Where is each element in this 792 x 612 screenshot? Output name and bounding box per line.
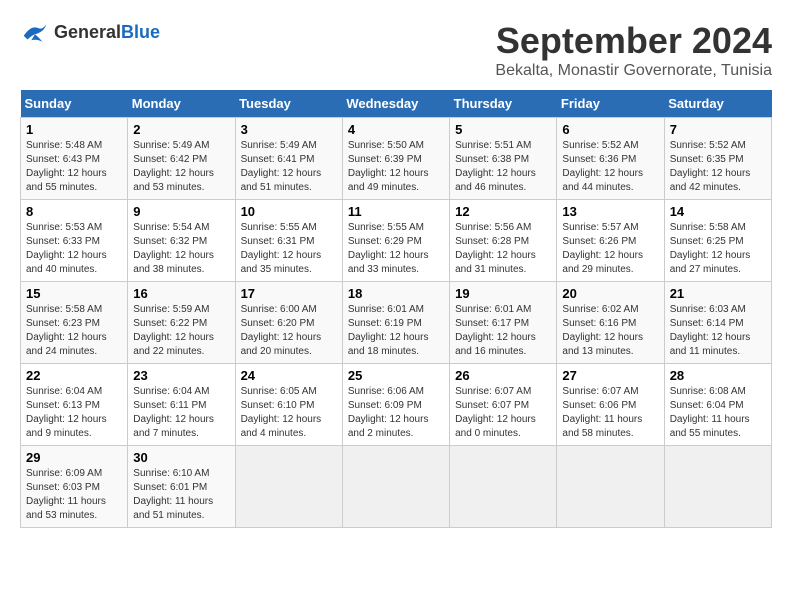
calendar-table: Sunday Monday Tuesday Wednesday Thursday… bbox=[20, 90, 772, 528]
logo-blue: Blue bbox=[121, 22, 160, 42]
logo-general: General bbox=[54, 22, 121, 42]
table-row: 9Sunrise: 5:54 AMSunset: 6:32 PMDaylight… bbox=[128, 200, 235, 282]
table-row: 3Sunrise: 5:49 AMSunset: 6:41 PMDaylight… bbox=[235, 118, 342, 200]
table-row: 30Sunrise: 6:10 AMSunset: 6:01 PMDayligh… bbox=[128, 446, 235, 528]
table-row bbox=[557, 446, 664, 528]
logo-text: GeneralBlue bbox=[54, 22, 160, 43]
calendar-week-2: 15Sunrise: 5:58 AMSunset: 6:23 PMDayligh… bbox=[21, 282, 772, 364]
col-wednesday: Wednesday bbox=[342, 90, 449, 118]
table-row bbox=[342, 446, 449, 528]
calendar-title: September 2024 bbox=[495, 20, 772, 62]
table-row: 4Sunrise: 5:50 AMSunset: 6:39 PMDaylight… bbox=[342, 118, 449, 200]
table-row: 20Sunrise: 6:02 AMSunset: 6:16 PMDayligh… bbox=[557, 282, 664, 364]
calendar-week-1: 8Sunrise: 5:53 AMSunset: 6:33 PMDaylight… bbox=[21, 200, 772, 282]
calendar-week-0: 1Sunrise: 5:48 AMSunset: 6:43 PMDaylight… bbox=[21, 118, 772, 200]
page-header: GeneralBlue September 2024 Bekalta, Mona… bbox=[20, 20, 772, 80]
table-row: 10Sunrise: 5:55 AMSunset: 6:31 PMDayligh… bbox=[235, 200, 342, 282]
col-saturday: Saturday bbox=[664, 90, 771, 118]
col-sunday: Sunday bbox=[21, 90, 128, 118]
table-row: 29Sunrise: 6:09 AMSunset: 6:03 PMDayligh… bbox=[21, 446, 128, 528]
col-tuesday: Tuesday bbox=[235, 90, 342, 118]
table-row: 14Sunrise: 5:58 AMSunset: 6:25 PMDayligh… bbox=[664, 200, 771, 282]
table-row bbox=[664, 446, 771, 528]
table-row: 27Sunrise: 6:07 AMSunset: 6:06 PMDayligh… bbox=[557, 364, 664, 446]
table-row: 13Sunrise: 5:57 AMSunset: 6:26 PMDayligh… bbox=[557, 200, 664, 282]
table-row: 6Sunrise: 5:52 AMSunset: 6:36 PMDaylight… bbox=[557, 118, 664, 200]
table-row: 23Sunrise: 6:04 AMSunset: 6:11 PMDayligh… bbox=[128, 364, 235, 446]
table-row bbox=[235, 446, 342, 528]
table-row: 19Sunrise: 6:01 AMSunset: 6:17 PMDayligh… bbox=[450, 282, 557, 364]
table-row: 12Sunrise: 5:56 AMSunset: 6:28 PMDayligh… bbox=[450, 200, 557, 282]
table-row: 25Sunrise: 6:06 AMSunset: 6:09 PMDayligh… bbox=[342, 364, 449, 446]
title-section: September 2024 Bekalta, Monastir Governo… bbox=[495, 20, 772, 80]
logo-icon bbox=[20, 20, 50, 44]
table-row: 26Sunrise: 6:07 AMSunset: 6:07 PMDayligh… bbox=[450, 364, 557, 446]
table-row: 2Sunrise: 5:49 AMSunset: 6:42 PMDaylight… bbox=[128, 118, 235, 200]
col-monday: Monday bbox=[128, 90, 235, 118]
table-row: 22Sunrise: 6:04 AMSunset: 6:13 PMDayligh… bbox=[21, 364, 128, 446]
table-row: 8Sunrise: 5:53 AMSunset: 6:33 PMDaylight… bbox=[21, 200, 128, 282]
calendar-week-4: 29Sunrise: 6:09 AMSunset: 6:03 PMDayligh… bbox=[21, 446, 772, 528]
col-thursday: Thursday bbox=[450, 90, 557, 118]
col-friday: Friday bbox=[557, 90, 664, 118]
table-row: 17Sunrise: 6:00 AMSunset: 6:20 PMDayligh… bbox=[235, 282, 342, 364]
table-row: 16Sunrise: 5:59 AMSunset: 6:22 PMDayligh… bbox=[128, 282, 235, 364]
table-row: 15Sunrise: 5:58 AMSunset: 6:23 PMDayligh… bbox=[21, 282, 128, 364]
table-row: 28Sunrise: 6:08 AMSunset: 6:04 PMDayligh… bbox=[664, 364, 771, 446]
table-row: 11Sunrise: 5:55 AMSunset: 6:29 PMDayligh… bbox=[342, 200, 449, 282]
table-row: 21Sunrise: 6:03 AMSunset: 6:14 PMDayligh… bbox=[664, 282, 771, 364]
logo: GeneralBlue bbox=[20, 20, 160, 44]
table-row bbox=[450, 446, 557, 528]
table-row: 1Sunrise: 5:48 AMSunset: 6:43 PMDaylight… bbox=[21, 118, 128, 200]
table-row: 24Sunrise: 6:05 AMSunset: 6:10 PMDayligh… bbox=[235, 364, 342, 446]
calendar-week-3: 22Sunrise: 6:04 AMSunset: 6:13 PMDayligh… bbox=[21, 364, 772, 446]
table-row: 7Sunrise: 5:52 AMSunset: 6:35 PMDaylight… bbox=[664, 118, 771, 200]
header-row: Sunday Monday Tuesday Wednesday Thursday… bbox=[21, 90, 772, 118]
table-row: 18Sunrise: 6:01 AMSunset: 6:19 PMDayligh… bbox=[342, 282, 449, 364]
table-row: 5Sunrise: 5:51 AMSunset: 6:38 PMDaylight… bbox=[450, 118, 557, 200]
calendar-subtitle: Bekalta, Monastir Governorate, Tunisia bbox=[495, 62, 772, 80]
